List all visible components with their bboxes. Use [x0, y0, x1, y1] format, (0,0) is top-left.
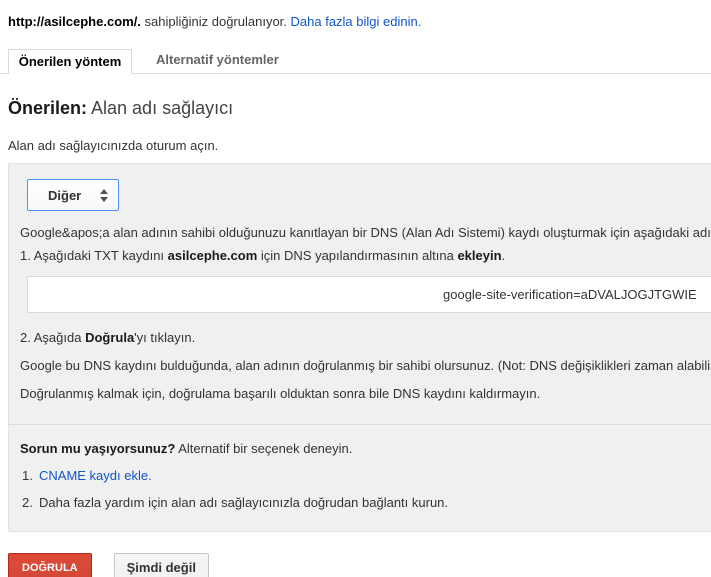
tab-alternative-methods[interactable]: Alternatif yöntemler: [132, 48, 303, 73]
step-1-instruction: 1. Aşağıdaki TXT kaydını asilcephe.com i…: [20, 247, 505, 264]
step1-pre: 1. Aşağıdaki TXT kaydını: [20, 248, 168, 263]
page-title: Önerilen: Alan adı sağlayıcı: [8, 98, 711, 119]
step1-bold: ekleyin: [457, 248, 502, 263]
txt-record-value-box[interactable]: google-site-verification=aDVALJOGJTGWIE: [27, 276, 711, 313]
contact-provider-text: Daha fazla yardım için alan adı sağlayıc…: [39, 495, 449, 510]
verification-status-line: http://asilcephe.com/. sahipliğiniz doğr…: [8, 14, 711, 29]
list-item-number: 1.: [22, 468, 33, 483]
list-item-number: 2.: [22, 495, 33, 510]
recommended-label: Önerilen:: [8, 98, 88, 118]
site-url: http://asilcephe.com/.: [8, 14, 141, 29]
step1-post: .: [501, 248, 506, 263]
up-down-arrows-icon: [100, 188, 108, 202]
not-now-button[interactable]: Şimdi değil: [113, 553, 209, 577]
verification-method-panel: Diğer Google&apos;a alan adının sahibi o…: [8, 163, 711, 532]
selected-provider: Diğer: [48, 187, 82, 203]
step1-mid: için DNS yapılandırmasının altına: [257, 248, 458, 263]
learn-more-link[interactable]: Daha fazla bilgi edinin.: [291, 14, 422, 29]
tab-recommended-method[interactable]: Önerilen yöntem: [8, 49, 132, 74]
domain-provider-select[interactable]: Diğer: [27, 179, 119, 211]
list-item: 1. CNAME kaydı ekle.: [22, 468, 152, 483]
trouble-text: Sorun mu yaşıyorsunuz? Alternatif bir se…: [20, 440, 352, 457]
login-instruction: Alan adı sağlayıcınızda oturum açın.: [8, 138, 219, 153]
list-item: 2. Daha fazla yardım için alan adı sağlay…: [22, 495, 448, 510]
cname-record-link[interactable]: CNAME kaydı ekle.: [39, 468, 152, 483]
dns-found-note: Google bu DNS kaydını bulduğunda, alan a…: [20, 358, 711, 373]
trouble-rest: Alternatif bir seçenek deneyin.: [175, 441, 353, 456]
step1-domain: asilcephe.com: [167, 248, 258, 263]
step-2-instruction: 2. Aşağıda Doğrula'yı tıklayın.: [20, 329, 195, 346]
step2-post: 'yı tıklayın.: [134, 330, 196, 345]
action-buttons: DOĞRULA Şimdi değil: [8, 553, 711, 577]
keep-record-note: Doğrulanmış kalmak için, doğrulama başar…: [20, 386, 541, 401]
dns-intro-text: Google&apos;a alan adının sahibi olduğun…: [20, 225, 711, 240]
verify-button[interactable]: DOĞRULA: [8, 553, 92, 577]
status-text: sahipliğiniz doğrulanıyor.: [140, 14, 291, 29]
method-tabs: Önerilen yöntem Alternatif yöntemler: [0, 49, 711, 74]
trouble-bold: Sorun mu yaşıyorsunuz?: [20, 441, 176, 456]
step2-pre: 2. Aşağıda: [20, 330, 86, 345]
section-divider: [9, 424, 711, 425]
step2-bold: Doğrula: [85, 330, 135, 345]
method-name: Alan adı sağlayıcı: [87, 98, 234, 118]
